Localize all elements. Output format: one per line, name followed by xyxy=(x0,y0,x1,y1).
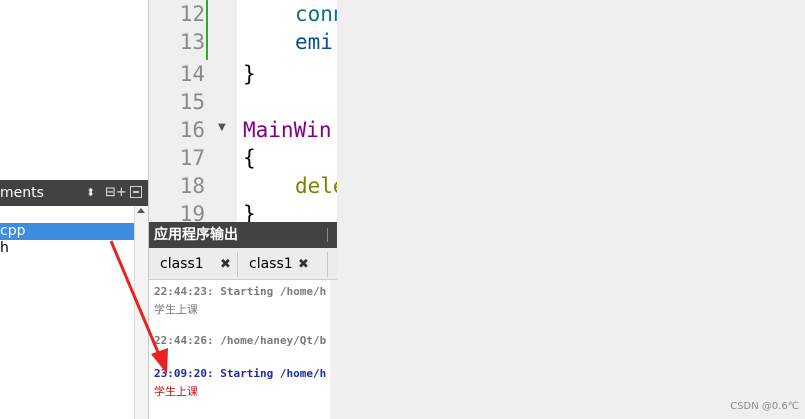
open-documents-title: ments xyxy=(0,185,44,201)
project-tree-area xyxy=(0,0,148,180)
document-label: cpp xyxy=(0,223,26,239)
close-tab-icon[interactable]: ✖ xyxy=(220,252,231,277)
empty-workspace: CSDN @0.6℃ xyxy=(337,0,805,419)
line-number-gutter: 12 13 14 15 16 17 18 19 ▼ xyxy=(149,0,237,222)
application-output-header: 应用程序输出 xyxy=(149,222,337,248)
log-line: 学生上课 xyxy=(154,303,198,316)
document-label: h xyxy=(0,240,9,256)
documents-scrollbar[interactable] xyxy=(134,206,148,419)
code-line: dele xyxy=(295,174,337,198)
code-line: emi xyxy=(295,30,333,54)
tab-label: class1 xyxy=(160,256,204,272)
document-item-h[interactable]: h xyxy=(0,240,134,257)
split-icon[interactable]: ⊟+ xyxy=(105,180,127,206)
line-number: 13 xyxy=(179,30,205,54)
application-output-title: 应用程序输出 xyxy=(154,227,238,243)
sort-icon[interactable]: ⬍ xyxy=(86,180,95,206)
toolbar-button[interactable] xyxy=(327,228,338,242)
line-number: 15 xyxy=(179,90,205,114)
log-line: 22:44:26: /home/haney/Qt/b xyxy=(154,334,327,347)
code-editor[interactable]: 12 13 14 15 16 17 18 19 ▼ conn emi } Mai… xyxy=(149,0,337,222)
line-number: 12 xyxy=(179,2,205,26)
close-tab-icon[interactable]: ✖ xyxy=(298,252,309,277)
line-number: 16 xyxy=(179,118,205,142)
tab-label: class1 xyxy=(249,256,293,272)
application-output-log[interactable]: 22:44:23: Starting /home/h 学生上课 22:44:26… xyxy=(149,280,337,419)
output-tab-bar: class1 ✖ class1 ✖ xyxy=(149,248,337,280)
code-line: } xyxy=(243,202,256,222)
log-line: 22:44:23: Starting /home/h xyxy=(154,285,327,298)
line-number: 17 xyxy=(179,146,205,170)
fold-arrow-icon[interactable]: ▼ xyxy=(218,122,226,133)
line-number: 14 xyxy=(179,62,205,86)
output-tab[interactable]: class1 ✖ xyxy=(149,252,238,277)
close-pane-icon[interactable] xyxy=(130,186,142,198)
output-tab[interactable]: class1 ✖ xyxy=(238,252,328,277)
log-line: 学生上课 xyxy=(154,385,198,398)
code-line: conn xyxy=(295,2,337,26)
code-line: MainWin xyxy=(243,118,332,142)
open-documents-list: cpp h xyxy=(0,206,134,419)
scroll-up-icon[interactable] xyxy=(137,208,145,213)
output-scrollbar[interactable] xyxy=(330,280,337,419)
change-marker xyxy=(206,0,208,60)
log-line: 23:09:20: Starting /home/h xyxy=(154,367,327,380)
document-item-cpp[interactable]: cpp xyxy=(0,223,134,240)
code-line: } xyxy=(243,62,256,86)
line-number: 18 xyxy=(179,174,205,198)
line-number: 19 xyxy=(179,202,205,222)
watermark: CSDN @0.6℃ xyxy=(730,401,799,412)
open-documents-header: ments ⬍ ⊟+ xyxy=(0,180,148,206)
code-line: { xyxy=(243,146,256,170)
